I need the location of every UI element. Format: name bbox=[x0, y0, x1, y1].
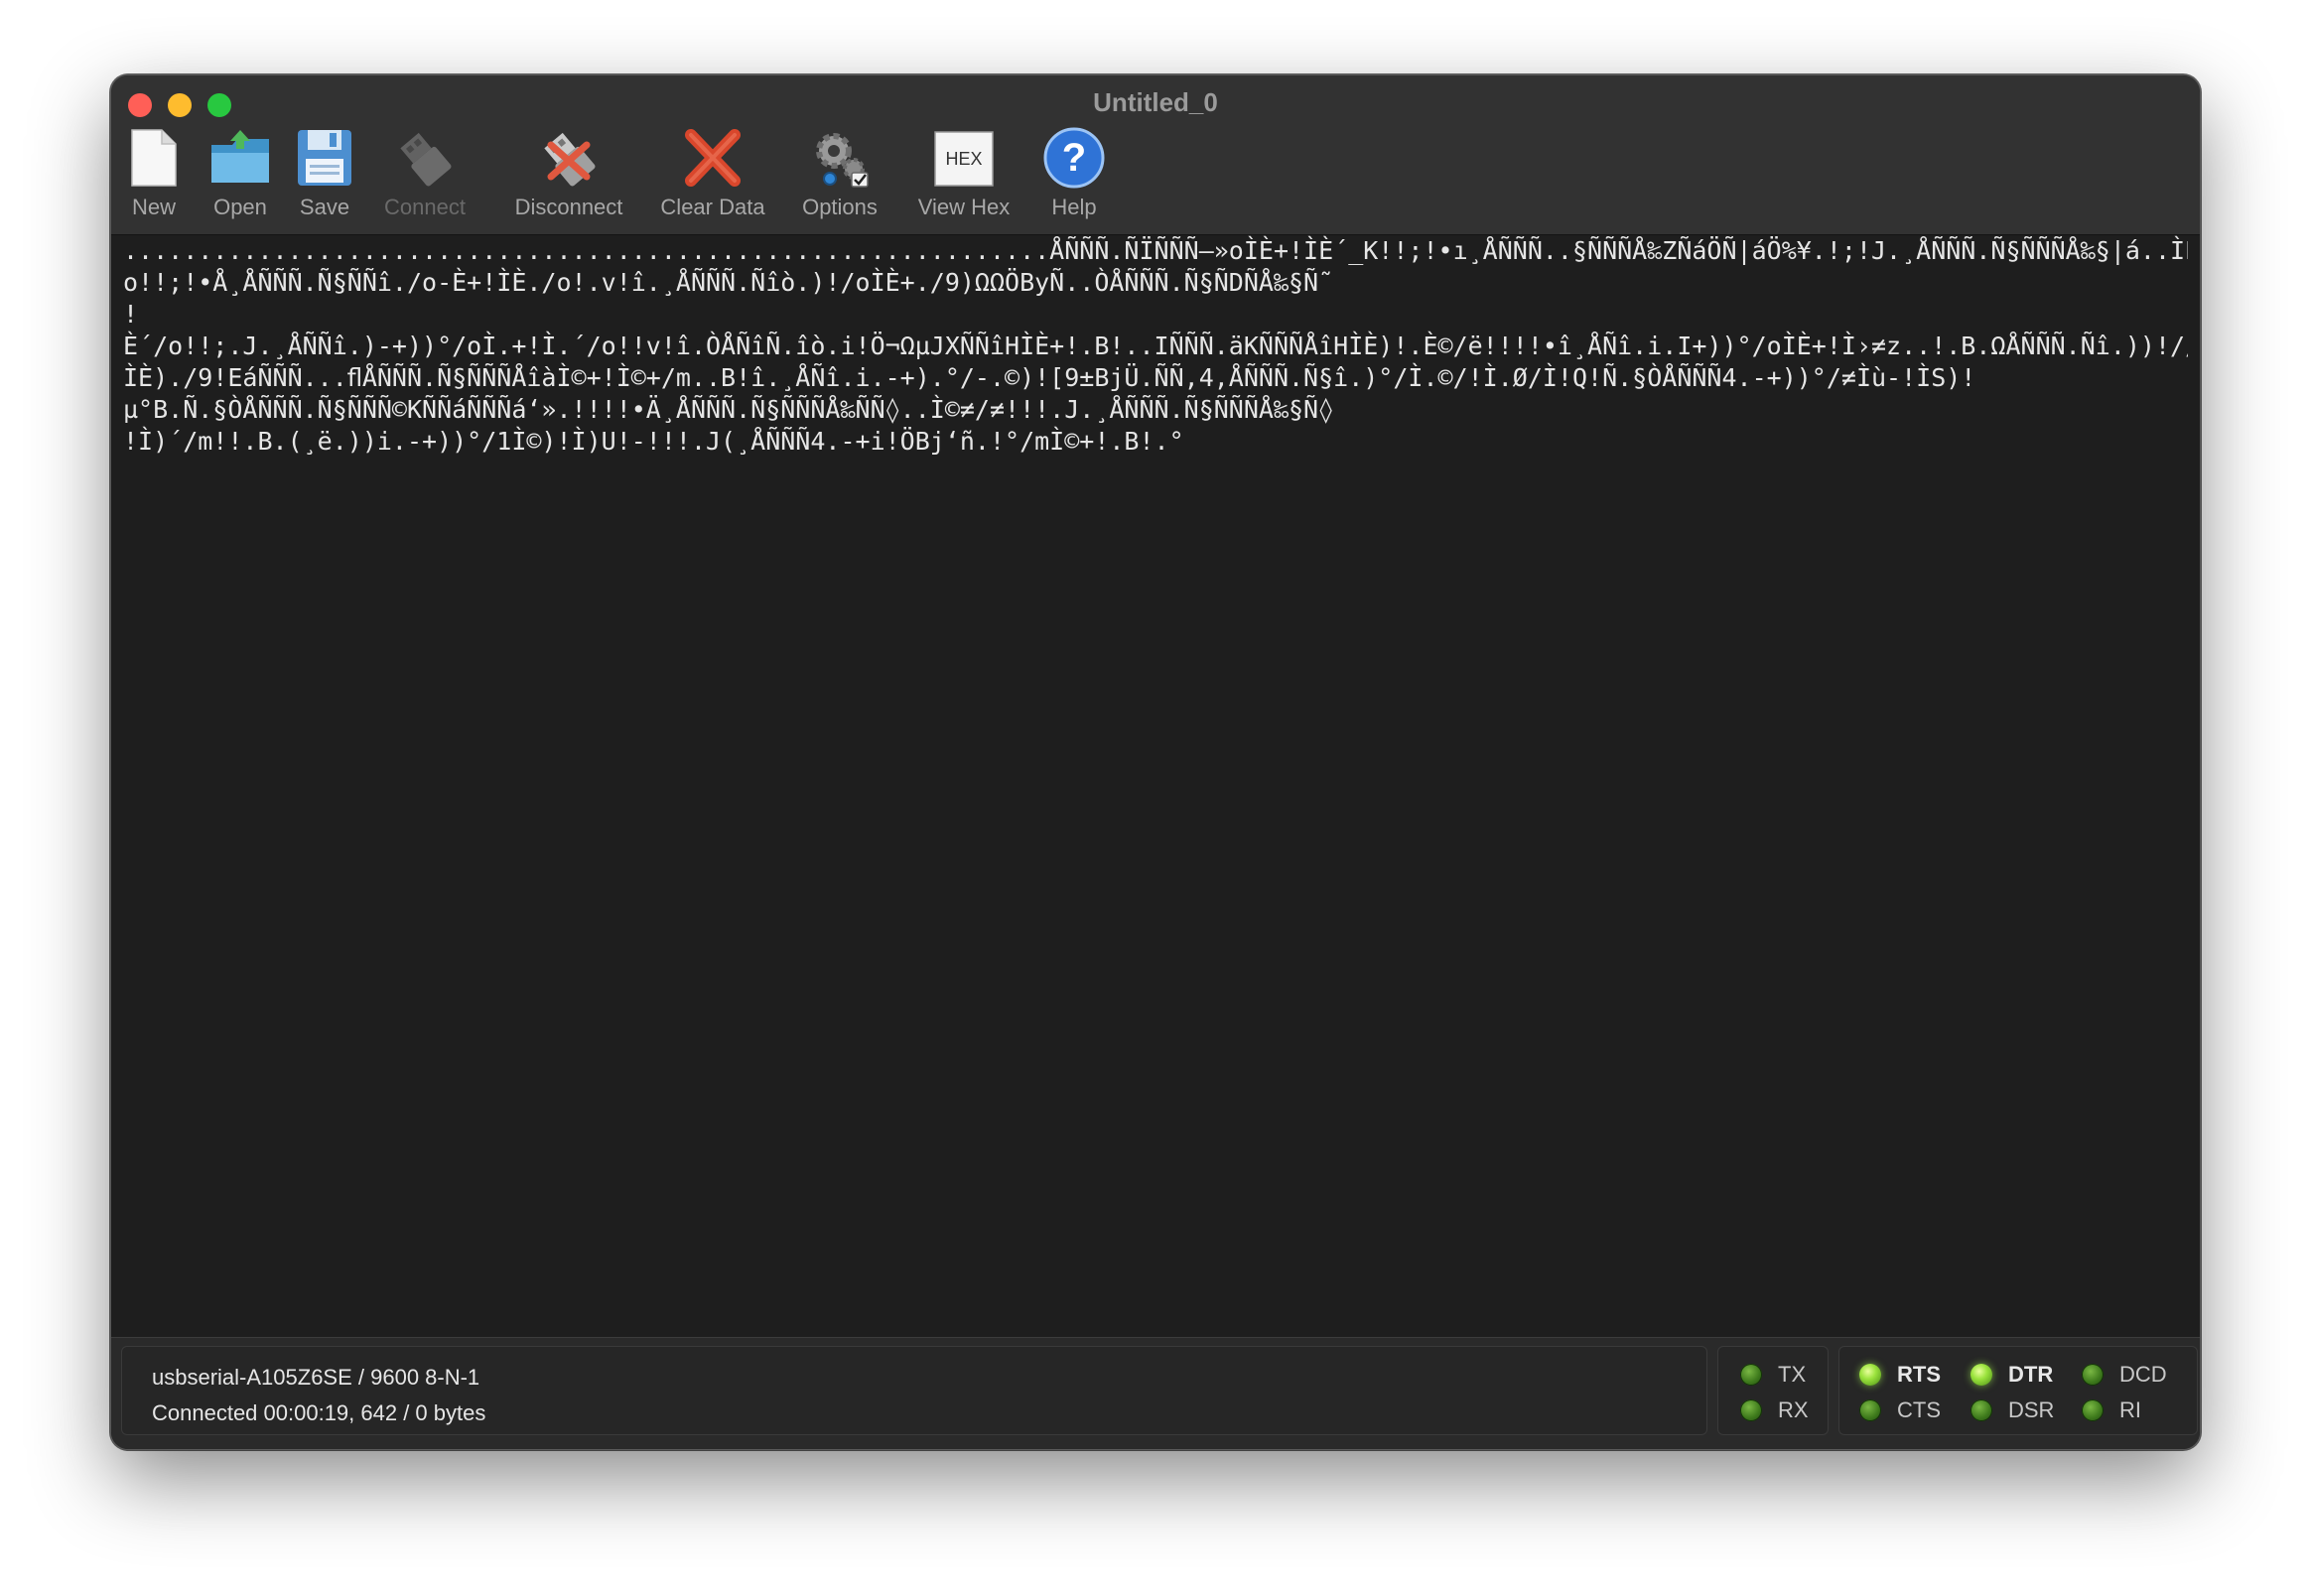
dsr-indicator: DSR bbox=[1970, 1396, 2054, 1424]
disconnect-label: Disconnect bbox=[514, 195, 623, 219]
terminal-line: ÌÈ)./9!EáÑÑÑ...ﬂÅÑÑÑ.Ñ§ÑÑÑÅîàÌ©+!Ì©+/m..… bbox=[123, 363, 1976, 392]
save-floppy-icon bbox=[298, 130, 351, 186]
clear-x-icon bbox=[685, 129, 741, 187]
open-button[interactable]: Open bbox=[204, 127, 276, 220]
terminal-line: È´/o!!;.J.¸ÅÑÑî.)-+))°/oÌ.+!Ì.´/o!!v!î.Ò… bbox=[123, 332, 2188, 360]
save-button[interactable]: Save bbox=[290, 127, 359, 220]
connect-button[interactable]: Connect bbox=[379, 127, 471, 220]
port-info: usbserial-A105Z6SE / 9600 8-N-1 bbox=[152, 1365, 480, 1390]
cts-label: CTS bbox=[1897, 1397, 1941, 1422]
options-label: Options bbox=[802, 195, 878, 219]
help-button[interactable]: ? Help bbox=[1032, 127, 1116, 220]
dsr-label: DSR bbox=[2008, 1397, 2055, 1422]
terminal-output[interactable]: ........................................… bbox=[111, 235, 2200, 1413]
control-lines-panel: RTS CTS DTR DSR DCD RI bbox=[1838, 1346, 2198, 1435]
options-button[interactable]: Options bbox=[792, 127, 887, 220]
dsr-led bbox=[1970, 1399, 1992, 1421]
help-question-icon: ? bbox=[1043, 127, 1105, 189]
rts-label: RTS bbox=[1897, 1362, 1941, 1387]
terminal-line: ........................................… bbox=[123, 236, 2188, 265]
rx-indicator: RX bbox=[1740, 1396, 1809, 1424]
titlebar: Untitled_0 New Open Save Connect Disconn… bbox=[111, 75, 2200, 235]
dtr-led bbox=[1970, 1364, 1992, 1386]
save-label: Save bbox=[299, 195, 350, 219]
new-document-icon bbox=[131, 129, 177, 187]
svg-text:?: ? bbox=[1062, 136, 1086, 180]
tx-label: TX bbox=[1778, 1362, 1807, 1387]
rx-led bbox=[1740, 1399, 1762, 1421]
open-label: Open bbox=[213, 195, 267, 219]
terminal-line: !Ì)´/m!!.B.(¸ë.))i.-+))°/1Ì©)!Ì)U!-!!!.J… bbox=[123, 427, 1184, 456]
tx-led bbox=[1740, 1364, 1762, 1386]
gears-icon bbox=[816, 133, 869, 188]
new-label: New bbox=[131, 195, 176, 219]
dcd-led bbox=[2082, 1364, 2104, 1386]
connect-label: Connect bbox=[384, 195, 466, 219]
view-hex-button[interactable]: HEX View Hex bbox=[909, 127, 1019, 220]
clear-data-label: Clear Data bbox=[660, 195, 765, 219]
usb-plug-icon bbox=[400, 132, 452, 187]
cts-led bbox=[1859, 1399, 1881, 1421]
ri-indicator: RI bbox=[2082, 1396, 2141, 1424]
window-title: Untitled_0 bbox=[1093, 87, 1218, 117]
open-folder-icon bbox=[211, 130, 269, 183]
clear-data-button[interactable]: Clear Data bbox=[651, 127, 774, 220]
hex-icon: HEX bbox=[934, 131, 994, 187]
rx-label: RX bbox=[1778, 1397, 1809, 1422]
new-button[interactable]: New bbox=[121, 127, 187, 220]
dcd-label: DCD bbox=[2119, 1362, 2167, 1387]
terminal-line: µ°B.Ñ.§ÒÅÑÑÑ.Ñ§ÑÑÑ©KÑÑáÑÑÑá‘».!!!!•Ä¸ÅÑÑ… bbox=[123, 395, 1334, 424]
status-bar: usbserial-A105Z6SE / 9600 8-N-1 Connecte… bbox=[111, 1337, 2200, 1449]
dtr-label: DTR bbox=[2008, 1362, 2054, 1387]
disconnect-button[interactable]: Disconnect bbox=[504, 127, 633, 220]
ri-led bbox=[2082, 1399, 2104, 1421]
txrx-panel: TX RX bbox=[1717, 1346, 1829, 1435]
terminal-line: o!!;!•Å¸ÅÑÑÑ.Ñ§ÑÑî./o-È+!ÌÈ./o!.v!î.¸ÅÑÑ… bbox=[123, 268, 1334, 297]
connection-panel: usbserial-A105Z6SE / 9600 8-N-1 Connecte… bbox=[121, 1346, 1707, 1435]
cts-indicator: CTS bbox=[1859, 1396, 1941, 1424]
hex-icon-text: HEX bbox=[945, 149, 982, 169]
help-label: Help bbox=[1051, 195, 1097, 219]
rts-indicator[interactable]: RTS bbox=[1859, 1361, 1941, 1389]
tx-indicator: TX bbox=[1740, 1361, 1806, 1389]
rts-led bbox=[1859, 1364, 1881, 1386]
view-hex-label: View Hex bbox=[917, 195, 1011, 219]
ri-label: RI bbox=[2119, 1397, 2141, 1422]
app-window: Untitled_0 New Open Save Connect Disconn… bbox=[110, 74, 2201, 1450]
dcd-indicator: DCD bbox=[2082, 1361, 2167, 1389]
disconnect-plug-icon bbox=[544, 132, 596, 187]
connection-info: Connected 00:00:19, 642 / 0 bytes bbox=[152, 1400, 486, 1425]
terminal-line: ! bbox=[123, 300, 139, 329]
dtr-indicator[interactable]: DTR bbox=[1970, 1361, 2053, 1389]
